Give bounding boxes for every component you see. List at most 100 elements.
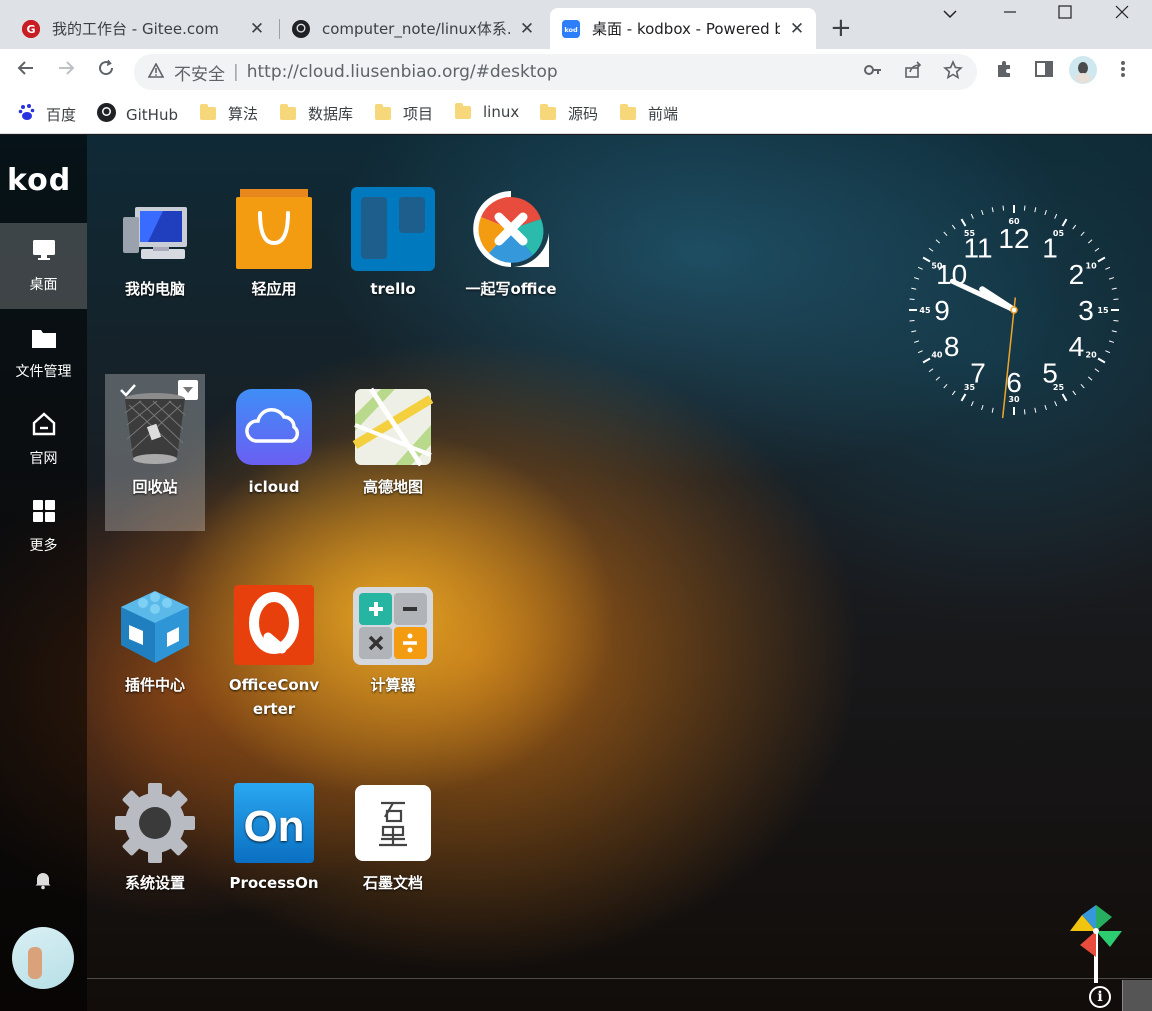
github-icon xyxy=(292,19,310,38)
taskbar-corner[interactable] xyxy=(1122,980,1152,1011)
shopping-bag-icon xyxy=(232,187,316,271)
sidebar-item-desktop[interactable]: 桌面 xyxy=(0,223,87,309)
warning-icon[interactable] xyxy=(147,61,165,82)
clock-tick xyxy=(1087,376,1093,381)
clock-hour-label: 12 xyxy=(998,223,1029,254)
monitor-icon xyxy=(31,238,57,266)
side-panel-icon[interactable] xyxy=(1034,59,1054,84)
desktop-icon-recycle-bin[interactable]: 回收站 xyxy=(105,374,205,531)
desktop-icon-icloud[interactable]: icloud xyxy=(224,385,324,499)
address-bar[interactable]: 不安全 | http://cloud.liusenbiao.org/#deskt… xyxy=(134,54,977,90)
folder-icon xyxy=(200,104,216,120)
bookmark-label: 项目 xyxy=(403,105,434,123)
clock-minute-label: 45 xyxy=(919,306,931,315)
desktop-icon-system-settings[interactable]: 系统设置 xyxy=(105,781,205,895)
desktop-icon-label: trello xyxy=(370,280,416,298)
desktop-icon-label: 回收站 xyxy=(132,478,178,496)
desktop-icon-calculator[interactable]: 计算器 xyxy=(343,583,443,697)
folder-icon xyxy=(375,104,391,120)
desktop-icon-label: 一起写office xyxy=(465,280,557,298)
clock-tick xyxy=(970,401,974,407)
info-icon[interactable]: i xyxy=(1089,986,1111,1008)
clock-tick xyxy=(1108,340,1115,343)
clock-tick xyxy=(1094,247,1100,252)
forward-button[interactable] xyxy=(52,58,80,83)
bookmark-github[interactable]: GitHub xyxy=(97,103,178,126)
clock-tick xyxy=(951,224,956,230)
tab-kodbox[interactable]: kod 桌面 - kodbox - Powered by ✕ xyxy=(550,8,816,49)
bell-icon[interactable] xyxy=(33,870,53,894)
bookmark-baidu[interactable]: 百度 xyxy=(18,103,76,125)
clock-tick xyxy=(981,209,984,216)
divider: | xyxy=(233,62,239,82)
kod-logo[interactable]: kod xyxy=(7,163,71,198)
pinwheel-icon[interactable] xyxy=(1068,903,1124,987)
bookmark-folder[interactable]: 项目 xyxy=(375,103,433,124)
extensions-puzzle-icon[interactable] xyxy=(994,59,1014,84)
bookmark-folder[interactable]: 数据库 xyxy=(280,103,353,124)
bookmark-folder[interactable]: 算法 xyxy=(200,103,258,124)
svg-text:kod: kod xyxy=(564,26,578,34)
clock-minute-label: 40 xyxy=(931,351,943,360)
desktop-icon-shimo[interactable]: 石墨文档 xyxy=(343,781,443,895)
desktop-icon-label: 轻应用 xyxy=(251,280,297,298)
folder-icon xyxy=(540,104,556,120)
clock-tick xyxy=(1002,205,1005,211)
desktop-icon-my-computer[interactable]: 我的电脑 xyxy=(105,187,205,301)
tab-github[interactable]: computer_note/linux体系.md ✕ xyxy=(280,8,546,49)
maximize-button[interactable] xyxy=(1045,4,1085,24)
sidebar-item-label: 官网 xyxy=(29,451,58,467)
calculator-icon xyxy=(351,583,435,667)
bookmark-star-icon[interactable] xyxy=(943,59,963,85)
bookmark-folder[interactable]: linux xyxy=(455,102,519,121)
tab-gitee[interactable]: G 我的工作台 - Gitee.com ✕ xyxy=(10,8,276,49)
key-icon[interactable] xyxy=(863,60,883,85)
share-icon[interactable] xyxy=(903,60,923,85)
sidebar-item-files[interactable]: 文件管理 xyxy=(0,311,87,397)
close-tab-icon[interactable]: ✕ xyxy=(518,19,536,39)
analog-clock[interactable]: 60 05 10 15 20 25 30 35 40 45 50 55 12 1 2 3 4 5 6 7 8 9 10 11 xyxy=(904,200,1124,420)
tab-search-chevron-icon[interactable] xyxy=(930,4,970,24)
close-tab-icon[interactable]: ✕ xyxy=(788,19,806,39)
desktop-icon-label: OfficeConverter xyxy=(228,676,320,718)
desktop-icon-plugin-center[interactable]: 插件中心 xyxy=(105,583,205,697)
user-avatar[interactable] xyxy=(12,927,74,989)
clock-tick xyxy=(1044,404,1047,411)
sidebar-item-more[interactable]: 更多 xyxy=(0,484,87,570)
svg-text:On: On xyxy=(243,802,304,851)
clock-hour-label: 6 xyxy=(1006,367,1022,398)
profile-avatar[interactable] xyxy=(1069,56,1097,89)
bookmark-folder[interactable]: 前端 xyxy=(620,103,678,124)
menu-kebab-icon[interactable] xyxy=(1116,59,1130,84)
icloud-icon xyxy=(232,385,316,469)
tab-title: 桌面 - kodbox - Powered by xyxy=(592,20,780,38)
desktop-icon-amap[interactable]: 高德地图 xyxy=(343,385,443,499)
desktop-icon-office-converter[interactable]: OfficeConverter xyxy=(224,583,324,721)
clock-tick xyxy=(951,390,956,396)
clock-tick xyxy=(1108,277,1115,280)
security-label: 不安全 xyxy=(174,64,225,85)
clock-tick xyxy=(1113,298,1119,301)
bookmark-folder[interactable]: 源码 xyxy=(540,103,598,124)
clock-tick xyxy=(1061,218,1068,227)
minimize-button[interactable] xyxy=(990,4,1030,24)
url-text[interactable]: http://cloud.liusenbiao.org/#desktop xyxy=(247,62,558,82)
desktop-icon-label: 我的电脑 xyxy=(124,280,185,298)
back-button[interactable] xyxy=(12,58,40,83)
desktop-icon-light-app[interactable]: 轻应用 xyxy=(224,187,324,301)
clock-tick xyxy=(1054,401,1058,407)
desktop-icon-yiqixie[interactable]: 一起写office xyxy=(461,187,561,301)
reload-button[interactable] xyxy=(92,58,120,83)
close-tab-icon[interactable]: ✕ xyxy=(248,19,266,39)
desktop-icon-processon[interactable]: On ProcessOn xyxy=(224,781,324,895)
desktop-icon-trello[interactable]: trello xyxy=(343,187,443,301)
home-icon xyxy=(31,412,57,440)
clock-hour-label: 5 xyxy=(1042,357,1058,388)
sidebar-item-website[interactable]: 官网 xyxy=(0,397,87,483)
trello-icon xyxy=(351,187,435,271)
new-tab-button[interactable]: + xyxy=(830,14,852,42)
clock-tick xyxy=(1097,256,1106,263)
clock-tick xyxy=(1023,409,1026,415)
close-window-button[interactable] xyxy=(1102,4,1142,24)
folder-icon xyxy=(620,104,636,120)
